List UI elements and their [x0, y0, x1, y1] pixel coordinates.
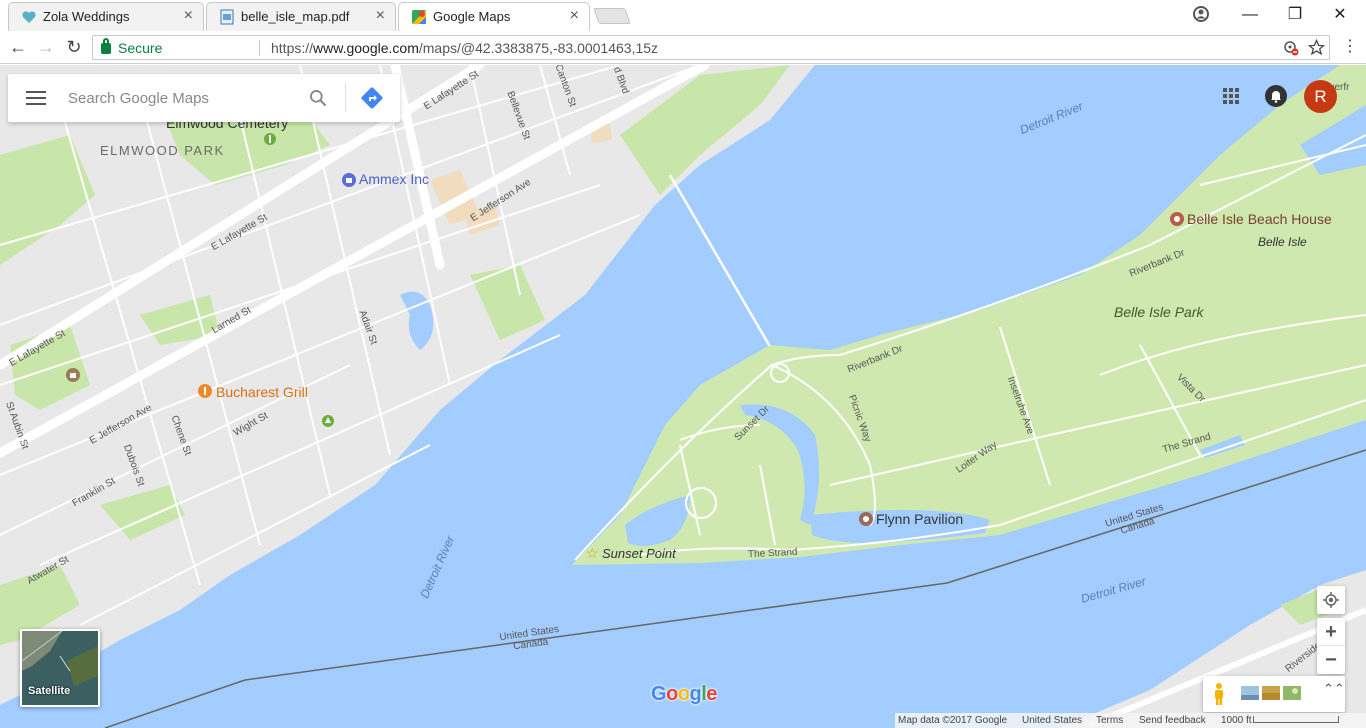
map-label-belle-isle-park[interactable]: Belle Isle Park: [1114, 304, 1203, 320]
logo-letter: e: [706, 683, 717, 705]
tab-strip: Zola Weddings × belle_isle_map.pdf × Goo…: [0, 0, 1366, 31]
tab-title: Google Maps: [433, 9, 511, 24]
scale-label[interactable]: 1000 ft: [1221, 713, 1252, 728]
browser-toolbar: ← → ↻ Secure https://www.google.com/maps…: [0, 31, 1366, 64]
saved-star-icon[interactable]: ☆: [586, 545, 599, 562]
zoom-out-button[interactable]: −: [1317, 646, 1345, 674]
url-scheme: https://: [271, 40, 314, 56]
forward-button[interactable]: →: [35, 36, 57, 58]
hamburger-menu-icon[interactable]: [26, 91, 46, 105]
bookmark-star-icon[interactable]: [1308, 39, 1325, 56]
close-tab-icon[interactable]: ×: [376, 7, 385, 25]
url-host: www.google.com: [313, 40, 419, 56]
search-input[interactable]: [68, 86, 298, 110]
imagery-strip: ⌃⌃: [1203, 676, 1345, 712]
my-location-icon: [1323, 592, 1339, 608]
map-data-attribution: Map data ©2017 Google: [898, 715, 1008, 726]
beach-house-pin-icon[interactable]: [1170, 212, 1184, 226]
museum-pin-icon[interactable]: [66, 368, 80, 382]
tab-zola-weddings[interactable]: Zola Weddings ×: [8, 2, 204, 31]
close-window-button[interactable]: ✕: [1328, 4, 1352, 26]
directions-icon[interactable]: [360, 86, 384, 110]
restore-button[interactable]: ❐: [1283, 4, 1307, 26]
terms-link[interactable]: Terms: [1096, 713, 1123, 728]
tab-google-maps[interactable]: Google Maps ×: [398, 2, 590, 31]
map-label-elmwood-park: ELMWOOD PARK: [100, 143, 225, 158]
location-blocked-icon[interactable]: [1283, 40, 1299, 56]
close-tab-icon[interactable]: ×: [184, 7, 193, 25]
url-path: /maps/@42.3383875,-83.0001463,15z: [418, 40, 659, 56]
account-avatar[interactable]: R: [1304, 80, 1337, 113]
map-label-sunset-point[interactable]: Sunset Point: [602, 546, 676, 561]
map-label-beach-house[interactable]: Belle Isle Beach House: [1187, 211, 1332, 227]
heart-icon: [22, 11, 36, 23]
map-canvas[interactable]: Elmwood Cemetery ELMWOOD PARK Ammex Inc …: [0, 65, 1366, 728]
terrain-thumbnail-icon[interactable]: [1262, 686, 1280, 700]
profile-icon[interactable]: [1192, 5, 1210, 23]
tab-belle-isle-pdf[interactable]: belle_isle_map.pdf ×: [206, 2, 396, 31]
map-footer: Map data ©2017 Google United States Term…: [895, 713, 1366, 728]
secure-label: Secure: [118, 40, 163, 56]
map-label-flynn-pavilion[interactable]: Flynn Pavilion: [876, 511, 963, 527]
reload-button[interactable]: ↻: [63, 36, 85, 58]
photo-thumbnail-icon[interactable]: [1283, 686, 1301, 700]
url-text[interactable]: https://www.google.com/maps/@42.3383875,…: [271, 40, 658, 56]
expand-imagery-icon[interactable]: ⌃⌃: [1323, 682, 1345, 704]
back-button[interactable]: ←: [7, 36, 29, 58]
imagery-thumbnail-icon[interactable]: [1241, 686, 1259, 700]
logo-letter: g: [689, 683, 702, 705]
zoom-control: + −: [1317, 618, 1345, 674]
address-bar[interactable]: Secure https://www.google.com/maps/@42.3…: [92, 35, 1330, 60]
send-feedback-link[interactable]: Send feedback: [1139, 713, 1206, 728]
map-label-belle-isle: Belle Isle: [1258, 235, 1307, 249]
pegman-icon[interactable]: [1211, 682, 1227, 706]
minimize-button[interactable]: —: [1238, 4, 1262, 26]
google-maps-icon: [412, 10, 426, 24]
zoom-in-button[interactable]: +: [1317, 618, 1345, 646]
lock-icon: [101, 38, 111, 54]
browser-menu-icon[interactable]: ⋮: [1339, 36, 1361, 58]
scale-bar[interactable]: [1253, 716, 1339, 723]
close-tab-icon[interactable]: ×: [570, 7, 579, 25]
search-box: [8, 74, 400, 122]
pdf-doc-icon: [220, 9, 234, 25]
logo-letter: G: [651, 683, 667, 705]
cemetery-pin-icon[interactable]: [264, 133, 276, 145]
park-pin-icon[interactable]: [322, 415, 334, 427]
new-tab-button[interactable]: [593, 8, 631, 24]
divider: [345, 84, 346, 112]
map-label-bucharest-grill[interactable]: Bucharest Grill: [216, 384, 308, 400]
notifications-icon[interactable]: [1265, 85, 1287, 107]
map-label-ammex[interactable]: Ammex Inc: [359, 171, 429, 187]
shopping-pin-icon[interactable]: [342, 173, 356, 187]
google-logo: Google: [651, 683, 717, 706]
secure-indicator[interactable]: Secure: [101, 38, 163, 56]
restaurant-pin-icon[interactable]: [198, 384, 212, 398]
my-location-button[interactable]: [1317, 586, 1345, 614]
satellite-label: Satellite: [28, 685, 71, 697]
country-link[interactable]: United States: [1022, 713, 1082, 728]
google-apps-icon[interactable]: [1222, 87, 1240, 105]
search-icon[interactable]: [308, 88, 328, 108]
divider: [259, 40, 260, 56]
pavilion-pin-icon[interactable]: [859, 512, 873, 526]
satellite-toggle[interactable]: Satellite: [20, 629, 100, 707]
logo-letter: o: [677, 683, 690, 705]
tab-title: belle_isle_map.pdf: [241, 9, 350, 24]
tab-title: Zola Weddings: [43, 9, 130, 24]
logo-letter: o: [666, 683, 678, 705]
